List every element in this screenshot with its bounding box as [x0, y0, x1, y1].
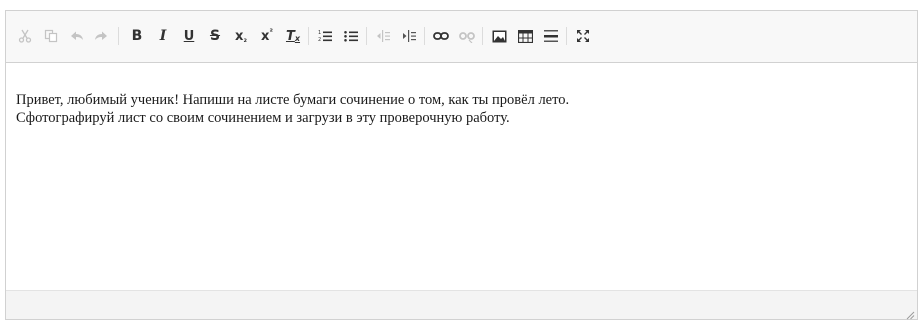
- svg-text:2: 2: [318, 37, 321, 43]
- toolbar-separator: [482, 27, 483, 45]
- cut-icon[interactable]: [14, 25, 36, 47]
- image-icon[interactable]: [488, 25, 510, 47]
- toolbar-separator: [308, 27, 309, 45]
- numbered-list-icon[interactable]: 12: [314, 25, 336, 47]
- strikethrough-icon[interactable]: S: [204, 25, 226, 47]
- horizontal-line-icon[interactable]: [540, 25, 562, 47]
- maximize-icon[interactable]: [572, 25, 594, 47]
- content-paragraph-1: Привет, любимый ученик! Напиши на листе …: [16, 92, 570, 108]
- toolbar-separator: [424, 27, 425, 45]
- bold-icon[interactable]: B: [126, 25, 148, 47]
- copy-icon[interactable]: [40, 25, 62, 47]
- editor-statusbar: [6, 290, 917, 320]
- outdent-icon[interactable]: [372, 25, 394, 47]
- editor-toolbar: B I U S x₂ x² Tx 12: [6, 11, 917, 63]
- toolbar-separator: [118, 27, 119, 45]
- indent-icon[interactable]: [398, 25, 420, 47]
- remove-format-icon[interactable]: Tx: [282, 25, 304, 47]
- undo-icon[interactable]: [66, 25, 88, 47]
- toolbar-separator: [566, 27, 567, 45]
- content-paragraph-2: Сфотографируй лист со своим сочинением и…: [16, 110, 510, 126]
- bulleted-list-icon[interactable]: [340, 25, 362, 47]
- superscript-icon[interactable]: x²: [256, 25, 278, 47]
- underline-icon[interactable]: U: [178, 25, 200, 47]
- subscript-icon[interactable]: x₂: [230, 25, 252, 47]
- resize-handle-icon[interactable]: [905, 307, 915, 320]
- redo-icon[interactable]: [90, 25, 112, 47]
- link-icon[interactable]: [430, 25, 452, 47]
- unlink-icon[interactable]: [456, 25, 478, 47]
- editor-content-area[interactable]: Привет, любимый ученик! Напиши на листе …: [6, 63, 917, 291]
- italic-icon[interactable]: I: [152, 25, 174, 47]
- table-icon[interactable]: [514, 25, 536, 47]
- svg-text:1: 1: [318, 30, 321, 36]
- toolbar-separator: [366, 27, 367, 45]
- rich-text-editor: B I U S x₂ x² Tx 12 Привет, любимый учен…: [5, 10, 918, 320]
